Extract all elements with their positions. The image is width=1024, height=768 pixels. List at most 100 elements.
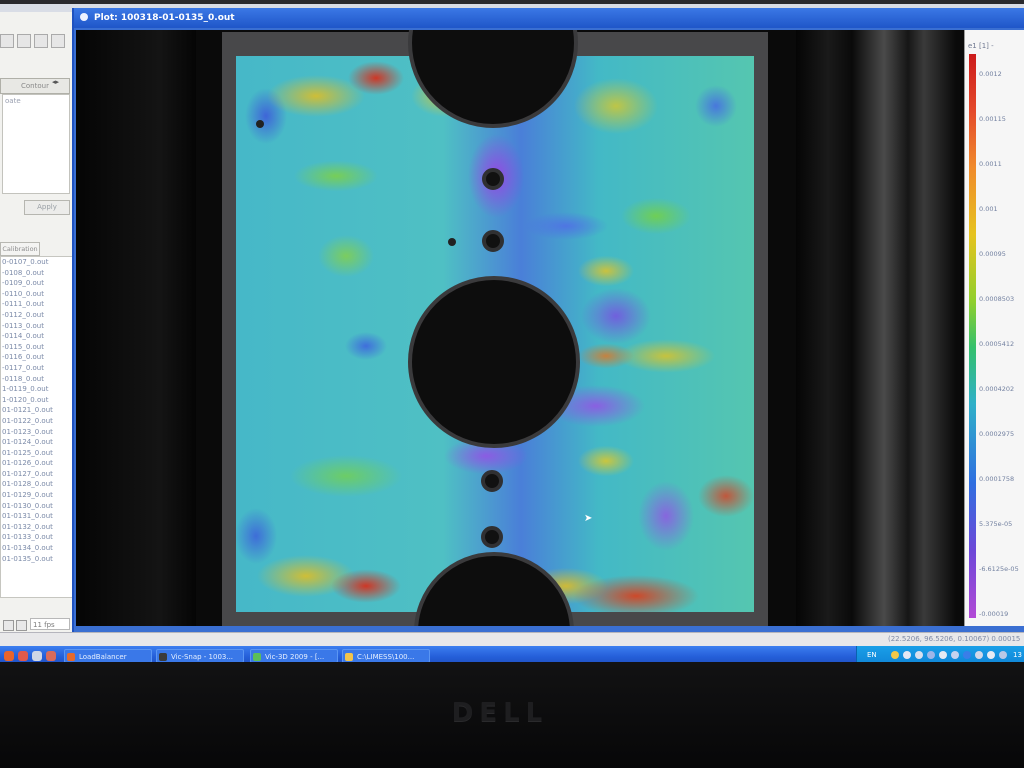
file-list-item[interactable]: 01-0130_0.out [1, 501, 73, 512]
surface-defect [448, 238, 456, 246]
plot-window: Plot: 100318-01-0135_0.out ➤ e1 [1] - 0.… [72, 8, 1024, 632]
file-list-item[interactable]: 01-0129_0.out [1, 490, 73, 501]
file-list-item[interactable]: 01-0132_0.out [1, 522, 73, 533]
taskbar-button[interactable]: C:\LIMESS\100... [342, 649, 430, 662]
legend-tick-label: -6.6125e-05 [979, 565, 1019, 573]
file-list-item[interactable]: -0110_0.out [1, 289, 73, 300]
file-list-item[interactable]: 01-0122_0.out [1, 416, 73, 427]
language-indicator[interactable]: EN [867, 651, 877, 659]
app-icon [345, 653, 353, 661]
file-list-item[interactable]: 1-0120_0.out [1, 395, 73, 406]
taskbar-button-label: Vic-3D 2009 - [... [265, 653, 325, 661]
bolt-hole [481, 526, 503, 548]
brand-logo: DELL [451, 698, 549, 728]
surface-defect [256, 120, 264, 128]
file-list-item[interactable]: 1-0119_0.out [1, 384, 73, 395]
file-list-item[interactable]: -0113_0.out [1, 321, 73, 332]
fps-select[interactable]: 11 fps [30, 618, 70, 630]
settings-icon[interactable] [16, 620, 27, 631]
app-icon [159, 653, 167, 661]
legend-tick-label: 5.375e-05 [979, 520, 1013, 528]
tray-icon[interactable] [987, 651, 995, 659]
quicklaunch-icon[interactable] [46, 651, 56, 661]
plot-canvas[interactable]: ➤ [76, 30, 964, 626]
file-list-item[interactable]: -0112_0.out [1, 310, 73, 321]
panel-toolbar [0, 34, 70, 48]
file-list-item[interactable]: 01-0131_0.out [1, 511, 73, 522]
legend-colorbar [969, 54, 976, 618]
taskbar-button-label: Vic-Snap - 1003... [171, 653, 234, 661]
file-list-item[interactable]: -0114_0.out [1, 331, 73, 342]
network-icon[interactable] [903, 651, 911, 659]
taskbar-button[interactable]: Vic-Snap - 1003... [156, 649, 244, 662]
mouse-pointer-icon: ➤ [584, 513, 593, 524]
file-list[interactable]: 0-0107_0.out -0108_0.out -0109_0.out -0110_… [0, 256, 74, 598]
bolt-hole [482, 168, 504, 190]
bluetooth-icon[interactable] [963, 651, 971, 659]
tab-calibration[interactable]: Calibration [0, 242, 40, 256]
legend-tick-label: 0.0005412 [979, 340, 1015, 348]
quicklaunch-icon[interactable] [18, 651, 28, 661]
taskbar-button[interactable]: Vic-3D 2009 - [... [250, 649, 338, 662]
file-list-item[interactable]: 01-0126_0.out [1, 458, 73, 469]
file-list-item[interactable]: -0116_0.out [1, 352, 73, 363]
bolt-hole [482, 230, 504, 252]
legend-tick-label: 0.0004202 [979, 385, 1015, 393]
taskbar-button-label: C:\LIMESS\100... [357, 653, 415, 661]
app-icon [67, 653, 75, 661]
playback-icon[interactable] [3, 620, 14, 631]
window-icon [80, 13, 88, 21]
file-list-item[interactable]: 01-0133_0.out [1, 532, 73, 543]
apply-button[interactable]: Apply [24, 200, 70, 215]
copy-icon[interactable] [0, 34, 14, 48]
tray-icon[interactable] [915, 651, 923, 659]
tray-icon[interactable] [975, 651, 983, 659]
expand-icon[interactable] [17, 34, 31, 48]
clock[interactable]: 13 [1013, 651, 1022, 659]
center-hole [408, 276, 580, 448]
file-list-item[interactable]: 01-0121_0.out [1, 405, 73, 416]
file-list-item[interactable]: 01-0128_0.out [1, 479, 73, 490]
status-bar: (22.5206, 96.5206, 0.10067) 0.00015 [0, 632, 1024, 647]
file-list-item[interactable]: 01-0127_0.out [1, 469, 73, 480]
quicklaunch-icon[interactable] [32, 651, 42, 661]
legend-tick-label: 0.00095 [979, 250, 1006, 258]
back-icon[interactable] [34, 34, 48, 48]
app-icon [253, 653, 261, 661]
file-list-item[interactable]: -0109_0.out [1, 278, 73, 289]
file-list-item[interactable]: 01-0123_0.out [1, 427, 73, 438]
tab-scroll-arrows-icon[interactable]: ◂▸ [52, 78, 66, 92]
legend-tick-label: 0.0001758 [979, 475, 1015, 483]
legend-tick-label: 0.0002975 [979, 430, 1015, 438]
file-list-item[interactable]: -0108_0.out [1, 268, 73, 279]
file-list-item[interactable]: -0117_0.out [1, 363, 73, 374]
legend-tick-label: 0.0012 [979, 70, 1002, 78]
file-list-item[interactable]: 01-0134_0.out [1, 543, 73, 554]
file-list-item[interactable]: 0-0107_0.out [1, 257, 73, 268]
file-list-item[interactable]: -0115_0.out [1, 342, 73, 353]
taskbar-button-label: LoadBalancer [79, 653, 127, 661]
shield-icon[interactable] [891, 651, 899, 659]
legend-tick-label: 0.0008503 [979, 295, 1015, 303]
background-glow [76, 30, 196, 626]
file-list-item[interactable]: -0111_0.out [1, 299, 73, 310]
forward-icon[interactable] [51, 34, 65, 48]
tray-icon[interactable] [999, 651, 1007, 659]
file-list-item[interactable]: -0118_0.out [1, 374, 73, 385]
tray-icon[interactable] [927, 651, 935, 659]
file-list-item[interactable]: 01-0135_0.out [1, 554, 73, 565]
legend-tick-label: 0.00115 [979, 115, 1006, 123]
volume-icon[interactable] [939, 651, 947, 659]
bolt-hole [481, 470, 503, 492]
file-list-item[interactable]: 01-0124_0.out [1, 437, 73, 448]
plot-titlebar[interactable]: Plot: 100318-01-0135_0.out [74, 8, 1024, 28]
background-glow [796, 30, 956, 626]
tray-icon[interactable] [951, 651, 959, 659]
contour-options-frame: oate [2, 94, 70, 194]
color-legend: e1 [1] - 0.0012 0.00115 0.0011 0.001 0.00095… [964, 30, 1024, 626]
frame-label: oate [5, 97, 21, 105]
taskbar-button[interactable]: LoadBalancer [64, 649, 152, 662]
system-tray: EN 13 [856, 646, 1024, 662]
firefox-icon[interactable] [4, 651, 14, 661]
file-list-item[interactable]: 01-0125_0.out [1, 448, 73, 459]
